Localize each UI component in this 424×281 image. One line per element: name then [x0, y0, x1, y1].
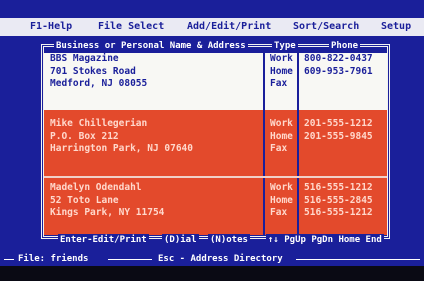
status-rule — [296, 259, 420, 260]
screen-top — [0, 0, 424, 16]
record-name: Mike Chillegerian — [50, 118, 148, 129]
phone-fax: 516-555-1212 — [304, 207, 373, 218]
type-fax: Fax — [270, 143, 288, 154]
record-types: Work Home Fax — [265, 178, 297, 235]
column-header-type: Type — [272, 40, 298, 52]
address-record[interactable]: BBS Magazine 701 Stokes Road Medford, NJ… — [44, 53, 387, 110]
column-header-phone: Phone — [329, 40, 361, 52]
address-record[interactable]: Madelyn Odendahl 52 Toto Lane Kings Park… — [44, 178, 387, 235]
phone-home: 516-555-2845 — [304, 194, 373, 206]
record-types: Work Home Fax — [265, 110, 297, 176]
column-headers: Business or Personal Name & Address Type… — [44, 40, 388, 52]
record-name: BBS Magazine — [50, 53, 119, 64]
phone-work: 201-555-1212 — [304, 118, 373, 129]
status-bar: File: friends Esc - Address Directory — [0, 252, 424, 266]
phone-work: 516-555-1212 — [304, 182, 373, 193]
type-work: Work — [270, 118, 293, 129]
phone-home: 201-555-9845 — [304, 130, 373, 142]
key-notes[interactable]: (N)otes — [208, 234, 250, 246]
escape-hint[interactable]: Esc - Address Directory — [158, 252, 283, 266]
key-navigation: ↑↓ PgUp PgDn Home End — [266, 234, 384, 246]
record-address: BBS Magazine 701 Stokes Road Medford, NJ… — [44, 53, 263, 110]
type-fax: Fax — [270, 78, 288, 89]
key-help-line: Enter-Edit/Print (D)ial (N)otes ↑↓ PgUp … — [44, 234, 387, 246]
type-home: Home — [270, 194, 293, 206]
record-phones: 201-555-1212 201-555-9845 — [299, 110, 387, 176]
phone-fax: 609-953-7961 — [304, 65, 373, 77]
key-dial[interactable]: (D)ial — [162, 234, 199, 246]
type-fax: Fax — [270, 207, 288, 218]
record-city: Harrington Park, NJ 07640 — [50, 143, 193, 154]
record-phones: 800-822-0437 609-953-7961 — [299, 53, 387, 110]
app-screen: F1-Help File Select Add/Edit/Print Sort/… — [0, 0, 424, 281]
key-enter-edit-print[interactable]: Enter-Edit/Print — [58, 234, 149, 246]
status-rule — [108, 259, 152, 260]
record-address: Mike Chillegerian P.O. Box 212 Harringto… — [44, 110, 263, 176]
type-work: Work — [270, 53, 293, 64]
type-home: Home — [270, 65, 293, 77]
menu-add-edit-print[interactable]: Add/Edit/Print — [187, 18, 271, 36]
record-city: Kings Park, NY 11754 — [50, 207, 165, 218]
record-street: 52 Toto Lane — [50, 194, 119, 206]
menu-setup[interactable]: Setup — [381, 18, 411, 36]
menu-bar: F1-Help File Select Add/Edit/Print Sort/… — [0, 18, 424, 36]
menu-help[interactable]: F1-Help — [30, 18, 72, 36]
record-phones: 516-555-1212 516-555-2845 516-555-1212 — [299, 178, 387, 235]
type-work: Work — [270, 182, 293, 193]
menu-file-select[interactable]: File Select — [98, 18, 164, 36]
address-record-selected[interactable]: Mike Chillegerian P.O. Box 212 Harringto… — [44, 110, 387, 176]
record-city: Medford, NJ 08055 — [50, 78, 148, 89]
type-home: Home — [270, 130, 293, 142]
status-rule — [4, 259, 14, 260]
phone-work: 800-822-0437 — [304, 53, 373, 64]
current-file: File: friends — [18, 254, 89, 264]
record-address: Madelyn Odendahl 52 Toto Lane Kings Park… — [44, 178, 263, 235]
record-name: Madelyn Odendahl — [50, 182, 142, 193]
menu-sort-search[interactable]: Sort/Search — [293, 18, 359, 36]
screen-bezel — [0, 266, 424, 281]
record-types: Work Home Fax — [265, 53, 297, 110]
column-header-name: Business or Personal Name & Address — [54, 40, 248, 52]
record-street: P.O. Box 212 — [50, 130, 119, 142]
record-street: 701 Stokes Road — [50, 65, 136, 77]
